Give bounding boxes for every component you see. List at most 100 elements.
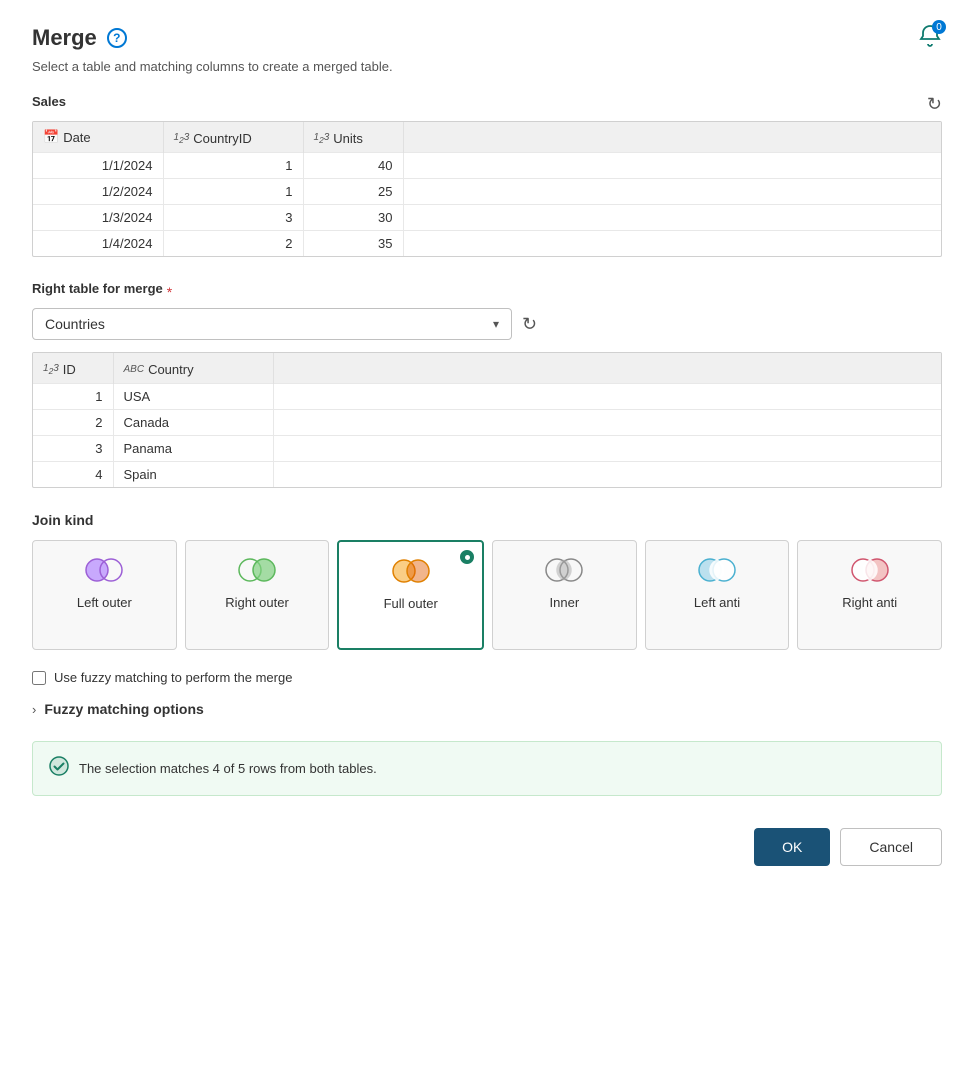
- sales-col-date: 📅 Date: [33, 122, 163, 153]
- sales-empty-cell: [403, 205, 941, 231]
- right-table-dropdown[interactable]: Countries ▾: [32, 308, 512, 340]
- sales-date-cell: 1/4/2024: [33, 231, 163, 257]
- full-outer-icon: [388, 556, 434, 586]
- sales-label: Sales: [32, 94, 66, 109]
- sales-date-cell: 1/3/2024: [33, 205, 163, 231]
- sales-countryid-cell: 1: [163, 153, 303, 179]
- check-circle-icon: [49, 756, 69, 781]
- join-options-container: Left outer Right outer Full outer Inner: [32, 540, 942, 650]
- join-card-full-outer-label: Full outer: [384, 596, 438, 611]
- country-empty-cell: [273, 462, 941, 488]
- right-table-label: Right table for merge: [32, 281, 163, 296]
- join-card-inner[interactable]: Inner: [492, 540, 637, 650]
- sales-units-cell: 25: [303, 179, 403, 205]
- dialog-subtitle: Select a table and matching columns to c…: [32, 59, 942, 74]
- dropdown-value: Countries: [45, 316, 105, 332]
- countries-col-id[interactable]: 123 ID: [33, 353, 113, 384]
- calendar-icon: 📅: [43, 129, 59, 145]
- inner-icon: [541, 555, 587, 585]
- table-row: 1 USA: [33, 384, 941, 410]
- 123-icon-countryid: 123: [174, 132, 190, 145]
- sales-refresh-button[interactable]: ↻: [927, 94, 942, 115]
- countries-table: 123 ID ABC Country 1 USA: [33, 353, 941, 487]
- 123-icon-id: 123: [43, 363, 59, 376]
- fuzzy-options-row[interactable]: › Fuzzy matching options: [32, 701, 942, 717]
- sales-col-units: 123 Units: [303, 122, 403, 153]
- sales-empty-cell: [403, 179, 941, 205]
- notification-badge: 0: [932, 20, 946, 34]
- join-card-left-outer[interactable]: Left outer: [32, 540, 177, 650]
- countries-id-header: ID: [63, 362, 76, 377]
- title-area: Merge ?: [32, 25, 127, 51]
- sales-date-cell: 1/2/2024: [33, 179, 163, 205]
- country-name-cell: Panama: [113, 436, 273, 462]
- sales-section-row: Sales ↻: [32, 94, 942, 115]
- join-card-right-anti-label: Right anti: [842, 595, 897, 610]
- fuzzy-matching-label[interactable]: Use fuzzy matching to perform the merge: [54, 670, 292, 685]
- fuzzy-matching-checkbox[interactable]: [32, 671, 46, 685]
- table-row: 4 Spain: [33, 462, 941, 488]
- join-card-inner-label: Inner: [550, 595, 580, 610]
- country-id-cell: 1: [33, 384, 113, 410]
- sales-col-countryid[interactable]: 123 CountryID: [163, 122, 303, 153]
- table-row: 1/2/2024 1 25: [33, 179, 941, 205]
- dropdown-row: Countries ▾ ↻: [32, 308, 942, 340]
- sales-units-cell: 40: [303, 153, 403, 179]
- country-name-cell: Canada: [113, 410, 273, 436]
- ok-button[interactable]: OK: [754, 828, 830, 866]
- country-id-cell: 4: [33, 462, 113, 488]
- join-card-left-anti[interactable]: Left anti: [645, 540, 790, 650]
- countries-col-country: ABC Country: [113, 353, 273, 384]
- right-outer-icon: [234, 555, 280, 585]
- countries-country-header: Country: [148, 362, 194, 377]
- fuzzy-checkbox-row: Use fuzzy matching to perform the merge: [32, 670, 942, 685]
- sales-table: 📅 Date 123 CountryID 123 Units: [33, 122, 941, 256]
- footer-buttons: OK Cancel: [32, 828, 942, 866]
- country-name-cell: Spain: [113, 462, 273, 488]
- sales-empty-cell: [403, 153, 941, 179]
- table-row: 1/3/2024 3 30: [33, 205, 941, 231]
- join-card-right-outer-label: Right outer: [225, 595, 289, 610]
- right-table-refresh-button[interactable]: ↻: [522, 314, 537, 335]
- sales-empty-cell: [403, 231, 941, 257]
- table-row: 1/1/2024 1 40: [33, 153, 941, 179]
- sales-countryid-cell: 2: [163, 231, 303, 257]
- cancel-button[interactable]: Cancel: [840, 828, 942, 866]
- right-anti-icon: [847, 555, 893, 585]
- countries-table-container: 123 ID ABC Country 1 USA: [32, 352, 942, 488]
- dialog-header: Merge ? 0: [32, 24, 942, 51]
- country-empty-cell: [273, 436, 941, 462]
- join-card-left-outer-label: Left outer: [77, 595, 132, 610]
- info-banner-text: The selection matches 4 of 5 rows from b…: [79, 761, 377, 776]
- sales-units-cell: 30: [303, 205, 403, 231]
- country-name-cell: USA: [113, 384, 273, 410]
- help-icon[interactable]: ?: [107, 28, 127, 48]
- sales-countryid-cell: 1: [163, 179, 303, 205]
- right-table-section-row: Right table for merge *: [32, 281, 942, 302]
- join-card-right-anti[interactable]: Right anti: [797, 540, 942, 650]
- sales-countryid-cell: 3: [163, 205, 303, 231]
- sales-date-header: Date: [63, 130, 90, 145]
- sales-units-header: Units: [333, 131, 363, 146]
- required-indicator: *: [167, 284, 172, 300]
- sales-countryid-header: CountryID: [193, 131, 252, 146]
- chevron-right-icon: ›: [32, 702, 36, 717]
- left-outer-icon: [81, 555, 127, 585]
- join-card-full-outer[interactable]: Full outer: [337, 540, 484, 650]
- sales-col-empty: [403, 122, 941, 153]
- 123-icon-units: 123: [314, 132, 330, 145]
- country-id-cell: 2: [33, 410, 113, 436]
- sales-units-cell: 35: [303, 231, 403, 257]
- chevron-down-icon: ▾: [493, 317, 499, 331]
- table-row: 2 Canada: [33, 410, 941, 436]
- sales-table-container: 📅 Date 123 CountryID 123 Units: [32, 121, 942, 257]
- join-card-left-anti-label: Left anti: [694, 595, 740, 610]
- table-row: 1/4/2024 2 35: [33, 231, 941, 257]
- join-card-right-outer[interactable]: Right outer: [185, 540, 330, 650]
- notification-icon[interactable]: 0: [918, 24, 942, 51]
- country-empty-cell: [273, 410, 941, 436]
- country-id-cell: 3: [33, 436, 113, 462]
- countries-col-empty: [273, 353, 941, 384]
- info-banner: The selection matches 4 of 5 rows from b…: [32, 741, 942, 796]
- left-anti-icon: [694, 555, 740, 585]
